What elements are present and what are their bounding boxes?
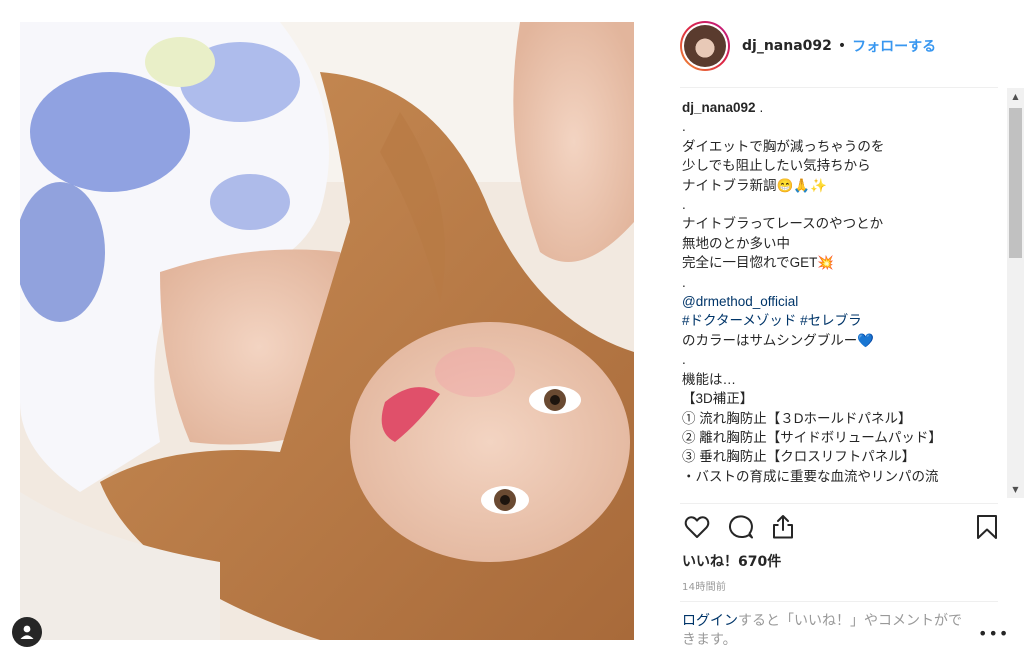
selfie-photo-illustration bbox=[20, 22, 634, 640]
scroll-up-arrow-icon[interactable]: ▲ bbox=[1007, 88, 1024, 105]
login-prompt: ログインすると「いいね！」やコメントができます。 bbox=[682, 612, 972, 650]
login-link[interactable]: ログイン bbox=[682, 613, 738, 629]
caption-line: ① 流れ胸防止【３Dホールドパネル】 bbox=[682, 410, 912, 426]
caption-line[interactable]: #ドクターメゾッド #セレブラ bbox=[682, 311, 1008, 330]
caption-line: ③ 垂れ胸防止【クロスリフトパネル】 bbox=[682, 449, 916, 465]
more-options-button[interactable]: ••• bbox=[978, 624, 1008, 643]
comment-icon bbox=[728, 515, 753, 539]
caption-line: . bbox=[682, 352, 686, 368]
post-timestamp[interactable]: 14時間前 bbox=[682, 578, 726, 593]
caption-line: . bbox=[682, 274, 686, 290]
caption-line: のカラーはサムシングブルー💙 bbox=[682, 332, 875, 348]
bookmark-icon bbox=[977, 515, 997, 539]
caption: dj_nana092. . ダイエットで胸が減っちゃうのを 少しでも阻止したい気持ち… bbox=[682, 98, 1008, 500]
header-username[interactable]: dj_nana092 bbox=[742, 38, 832, 54]
heart-icon bbox=[684, 516, 710, 538]
caption-line: . bbox=[682, 197, 686, 213]
caption-line: ダイエットで胸が減っちゃうのを bbox=[682, 138, 885, 154]
caption-line: ナイトブラってレースのやつとか bbox=[682, 216, 884, 232]
share-icon bbox=[773, 515, 793, 539]
footer-divider bbox=[680, 601, 998, 602]
header-divider bbox=[680, 87, 998, 88]
save-button[interactable] bbox=[972, 512, 1002, 542]
caption-lines: . ダイエットで胸が減っちゃうのを 少しでも阻止したい気持ちから ナイトブラ新調😁🙏✨… bbox=[682, 117, 1008, 486]
action-bar bbox=[682, 512, 1002, 544]
caption-scrollbar[interactable]: ▲ ▼ bbox=[1007, 88, 1024, 498]
follow-button[interactable]: フォローする bbox=[852, 36, 936, 56]
account-button[interactable] bbox=[12, 617, 42, 647]
caption-line: 無地のとか多い中 bbox=[682, 235, 790, 251]
scroll-thumb[interactable] bbox=[1009, 108, 1022, 258]
post-photo[interactable] bbox=[20, 22, 634, 640]
caption-line: 機能は… bbox=[682, 371, 736, 387]
caption-line: ナイトブラ新調😁🙏✨ bbox=[682, 177, 827, 193]
caption-first-line: dj_nana092. bbox=[682, 98, 1008, 117]
user-icon bbox=[20, 625, 34, 639]
header-separator-dot: • bbox=[837, 38, 847, 54]
instagram-post-page: dj_nana092 • フォローする dj_nana092. . ダイエットで胸… bbox=[0, 0, 1024, 657]
post-header: dj_nana092 • フォローする bbox=[680, 20, 1000, 72]
like-count[interactable]: いいね！670件 bbox=[682, 551, 781, 571]
comment-button[interactable] bbox=[726, 512, 756, 542]
scroll-down-arrow-icon[interactable]: ▼ bbox=[1007, 481, 1024, 498]
caption-username[interactable]: dj_nana092 bbox=[682, 100, 756, 115]
caption-line: . bbox=[682, 119, 686, 135]
caption-line: 完全に一目惚れでGET💥 bbox=[682, 255, 835, 271]
share-button[interactable] bbox=[768, 512, 798, 542]
caption-first-line-text: . bbox=[759, 100, 764, 115]
caption-divider bbox=[680, 503, 998, 504]
caption-line: ② 離れ胸防止【サイドボリュームパッド】 bbox=[682, 429, 942, 445]
caption-line: 少しでも阻止したい気持ちから bbox=[682, 158, 871, 174]
caption-line: ・バストの育成に重要な血流やリンパの流 bbox=[682, 468, 939, 484]
caption-line[interactable]: @drmethod_official bbox=[682, 292, 1008, 311]
caption-line: 【3D補正】 bbox=[682, 391, 754, 407]
post-side-panel: dj_nana092 • フォローする dj_nana092. . ダイエットで胸… bbox=[668, 0, 1024, 657]
like-button[interactable] bbox=[682, 512, 712, 542]
avatar[interactable] bbox=[680, 21, 730, 71]
